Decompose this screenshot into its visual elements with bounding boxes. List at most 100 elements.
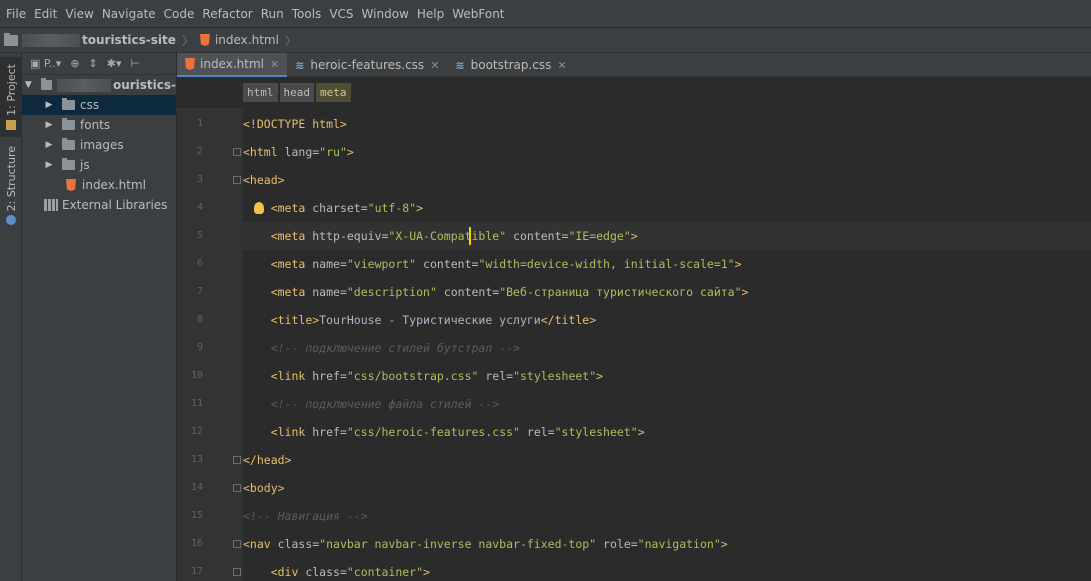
- structure-tool-tab[interactable]: 2: Structure: [0, 143, 22, 228]
- code-token: <meta: [270, 229, 313, 243]
- code-token: </title>: [540, 313, 597, 327]
- line-number: 5: [196, 230, 203, 241]
- breadcrumb-project[interactable]: touristics-site: [0, 28, 180, 53]
- menu-edit[interactable]: Edit: [30, 0, 61, 28]
- code-line[interactable]: <meta name="viewport" content="width=dev…: [243, 250, 1091, 278]
- line-number: 9: [196, 342, 203, 353]
- code-token: "Веб-страница туристического сайта": [499, 285, 742, 299]
- code-token: <title>: [270, 313, 320, 327]
- chevron-right-icon[interactable]: ▶: [44, 160, 54, 170]
- code-token: href=: [312, 369, 347, 383]
- collapse-all-icon[interactable]: ⇕: [89, 57, 98, 70]
- close-icon[interactable]: ✕: [270, 58, 279, 71]
- chevron-right-icon[interactable]: ▶: [44, 120, 54, 130]
- tag-crumb-meta[interactable]: meta: [316, 83, 351, 102]
- code-token: >: [734, 257, 742, 271]
- fold-marker-icon[interactable]: [233, 540, 241, 548]
- chevron-right-icon[interactable]: ▶: [44, 100, 54, 110]
- menu-view[interactable]: View: [61, 0, 97, 28]
- code-line[interactable]: <html lang="ru">: [243, 138, 1091, 166]
- editor-gutter[interactable]: 1 2 3 4 5 6 7 8 9 10 11 12 13 14 15 16 17: [177, 108, 243, 581]
- gear-icon[interactable]: ✱▾: [107, 57, 122, 70]
- code-line[interactable]: <meta http-equiv="X-UA-Compatible" conte…: [243, 222, 1091, 250]
- code-line[interactable]: <!-- подключение стилей бутстрап -->: [243, 334, 1091, 362]
- code-editor[interactable]: <!DOCTYPE html> <html lang="ru"> <head> <m…: [243, 108, 1091, 581]
- fold-marker-icon[interactable]: [233, 456, 241, 464]
- fold-marker-icon[interactable]: [233, 176, 241, 184]
- breadcrumb-file[interactable]: index.html: [196, 28, 283, 53]
- fold-marker-icon[interactable]: [233, 148, 241, 156]
- scroll-from-source-icon[interactable]: ⊕: [70, 57, 79, 70]
- code-token: rel=: [478, 369, 514, 383]
- menu-navigate[interactable]: Navigate: [98, 0, 160, 28]
- line-number: 7: [196, 286, 203, 297]
- code-token: <head>: [243, 173, 285, 187]
- code-token: >: [596, 369, 604, 383]
- code-line[interactable]: <link href="css/bootstrap.css" rel="styl…: [243, 362, 1091, 390]
- line-number: 10: [190, 370, 203, 381]
- menu-refactor[interactable]: Refactor: [198, 0, 256, 28]
- menu-run[interactable]: Run: [257, 0, 288, 28]
- code-line[interactable]: <!DOCTYPE html>: [243, 110, 1091, 138]
- tree-item-js[interactable]: ▶ js: [22, 155, 176, 175]
- menu-vcs[interactable]: VCS: [325, 0, 357, 28]
- tab-heroic-features-css[interactable]: ≋ heroic-features.css ✕: [287, 53, 447, 77]
- lightbulb-icon[interactable]: [254, 202, 264, 214]
- folder-icon: [62, 118, 75, 130]
- tag-crumb-head[interactable]: head: [279, 83, 314, 102]
- menu-webfont[interactable]: WebFont: [448, 0, 508, 28]
- project-tool-tab-label: 1: Project: [4, 64, 18, 116]
- tab-bootstrap-css[interactable]: ≋ bootstrap.css ✕: [447, 53, 574, 77]
- chevron-down-icon[interactable]: ▼: [24, 80, 33, 90]
- tree-item-css[interactable]: ▶ css: [22, 95, 176, 115]
- tree-item-label: fonts: [80, 118, 111, 132]
- code-line[interactable]: <nav class="navbar navbar-inverse navbar…: [243, 530, 1091, 558]
- menu-file[interactable]: File: [2, 0, 30, 28]
- menu-tools[interactable]: Tools: [288, 0, 326, 28]
- code-token: "navigation": [637, 537, 721, 551]
- code-line[interactable]: <title>TourHouse - Туристические услуги<…: [243, 306, 1091, 334]
- code-token: href=: [312, 425, 347, 439]
- tag-crumb-html[interactable]: html: [243, 83, 278, 102]
- tree-item-index-html[interactable]: index.html: [22, 175, 176, 195]
- tree-item-images[interactable]: ▶ images: [22, 135, 176, 155]
- css-icon: ≋: [295, 58, 305, 72]
- code-token: <!-- подключение стилей бутстрап -->: [270, 341, 520, 355]
- code-line[interactable]: </head>: [243, 446, 1091, 474]
- fold-marker-icon[interactable]: [233, 484, 241, 492]
- tab-index-html[interactable]: index.html ✕: [177, 53, 288, 77]
- line-number: 12: [190, 426, 203, 437]
- code-token: <div: [270, 565, 306, 579]
- code-line[interactable]: <head>: [243, 166, 1091, 194]
- close-icon[interactable]: ✕: [430, 59, 439, 72]
- menu-window[interactable]: Window: [358, 0, 413, 28]
- code-token: <!-- подключение файла стилей -->: [270, 397, 500, 411]
- project-view-selector[interactable]: ▣ P..▾: [30, 57, 61, 70]
- project-icon: [6, 119, 16, 130]
- code-line[interactable]: <body>: [243, 474, 1091, 502]
- fold-marker-icon[interactable]: [233, 568, 241, 576]
- code-line[interactable]: <div class="container">: [243, 558, 1091, 581]
- line-number: 16: [190, 538, 203, 549]
- tree-root[interactable]: ▼ ouristics-: [22, 75, 176, 95]
- code-line[interactable]: <link href="css/heroic-features.css" rel…: [243, 418, 1091, 446]
- line-number: 14: [190, 482, 203, 493]
- tree-item-label: js: [80, 158, 90, 172]
- code-line[interactable]: <meta name="description" content="Веб-ст…: [243, 278, 1091, 306]
- tree-item-fonts[interactable]: ▶ fonts: [22, 115, 176, 135]
- tab-label: heroic-features.css: [310, 58, 425, 72]
- code-line[interactable]: <!-- Навигация -->: [243, 502, 1091, 530]
- code-line[interactable]: <meta charset="utf-8">: [243, 194, 1091, 222]
- code-token: "stylesheet": [513, 369, 597, 383]
- code-line[interactable]: <!-- подключение файла стилей -->: [243, 390, 1091, 418]
- hide-panel-icon[interactable]: ⊢: [131, 57, 141, 70]
- folder-icon: [62, 138, 75, 150]
- tree-item-external-libraries[interactable]: External Libraries: [22, 195, 176, 215]
- menu-help[interactable]: Help: [413, 0, 448, 28]
- menu-code[interactable]: Code: [160, 0, 199, 28]
- close-icon[interactable]: ✕: [557, 59, 566, 72]
- code-token: >: [630, 229, 638, 243]
- project-tool-tab[interactable]: 1: Project: [0, 57, 22, 137]
- chevron-right-icon[interactable]: ▶: [44, 140, 54, 150]
